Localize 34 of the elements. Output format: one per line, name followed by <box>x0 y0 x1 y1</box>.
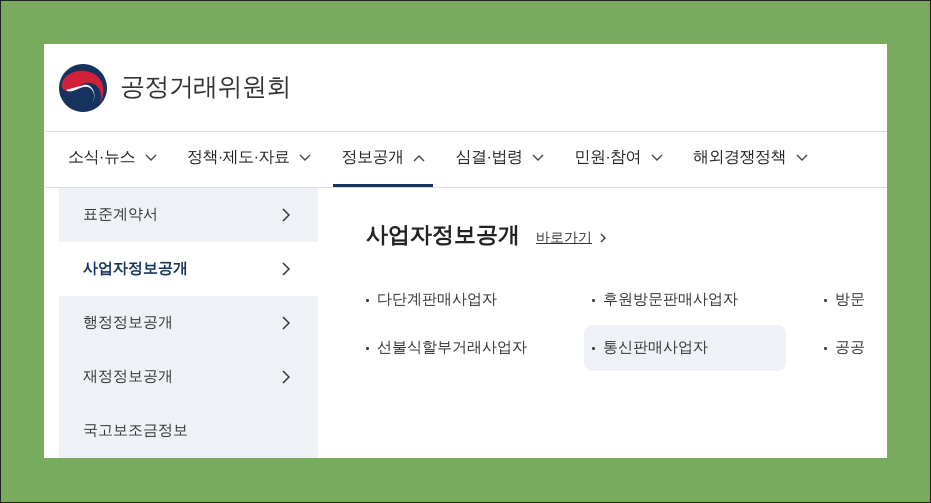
bullet-icon <box>824 298 827 302</box>
chevron-down-icon <box>532 154 544 162</box>
chevron-right-icon <box>282 316 290 330</box>
link-item[interactable]: 후원방문판매사업자 <box>584 277 816 323</box>
chevron-down-icon <box>144 154 157 162</box>
nav-menu-item[interactable]: 정보공개 <box>333 132 434 187</box>
link-item[interactable]: 선불식할부거래사업자 <box>358 325 584 371</box>
sidebar-item[interactable]: 사업자정보공개 <box>59 242 318 296</box>
logo-icon <box>58 62 108 112</box>
chevron-right-icon <box>282 262 290 276</box>
site-name: 공정거래위원회 <box>120 72 291 103</box>
chevron-right-icon <box>282 208 290 222</box>
nav-menu-item[interactable]: 정책·제도·자료 <box>178 132 320 187</box>
section-title: 사업자정보공개 <box>366 221 520 249</box>
bullet-icon <box>824 346 827 350</box>
chevron-right-icon <box>600 232 606 242</box>
link-item[interactable]: 방문 <box>816 277 876 323</box>
shortcut-link[interactable]: 바로가기 <box>536 227 606 248</box>
nav-menu-item[interactable]: 심결·법령 <box>447 132 552 187</box>
nav-menu-item[interactable]: 해외경쟁정책 <box>685 132 816 187</box>
bullet-icon <box>366 346 369 350</box>
chevron-down-icon <box>299 154 312 162</box>
bullet-icon <box>592 298 595 302</box>
bullet-icon <box>366 298 369 302</box>
chevron-down-icon <box>651 154 664 162</box>
nav-menu-item[interactable]: 민원·참여 <box>566 132 672 187</box>
chevron-down-icon <box>796 154 808 162</box>
bullet-icon <box>592 346 595 350</box>
link-item[interactable]: 통신판매사업자 <box>584 325 786 371</box>
link-item[interactable]: 다단계판매사업자 <box>358 277 584 323</box>
nav-menu-item[interactable]: 소식·뉴스 <box>60 132 165 187</box>
link-item[interactable]: 공공 <box>816 325 876 371</box>
chevron-right-icon <box>282 370 290 384</box>
chevron-up-icon <box>413 154 426 162</box>
